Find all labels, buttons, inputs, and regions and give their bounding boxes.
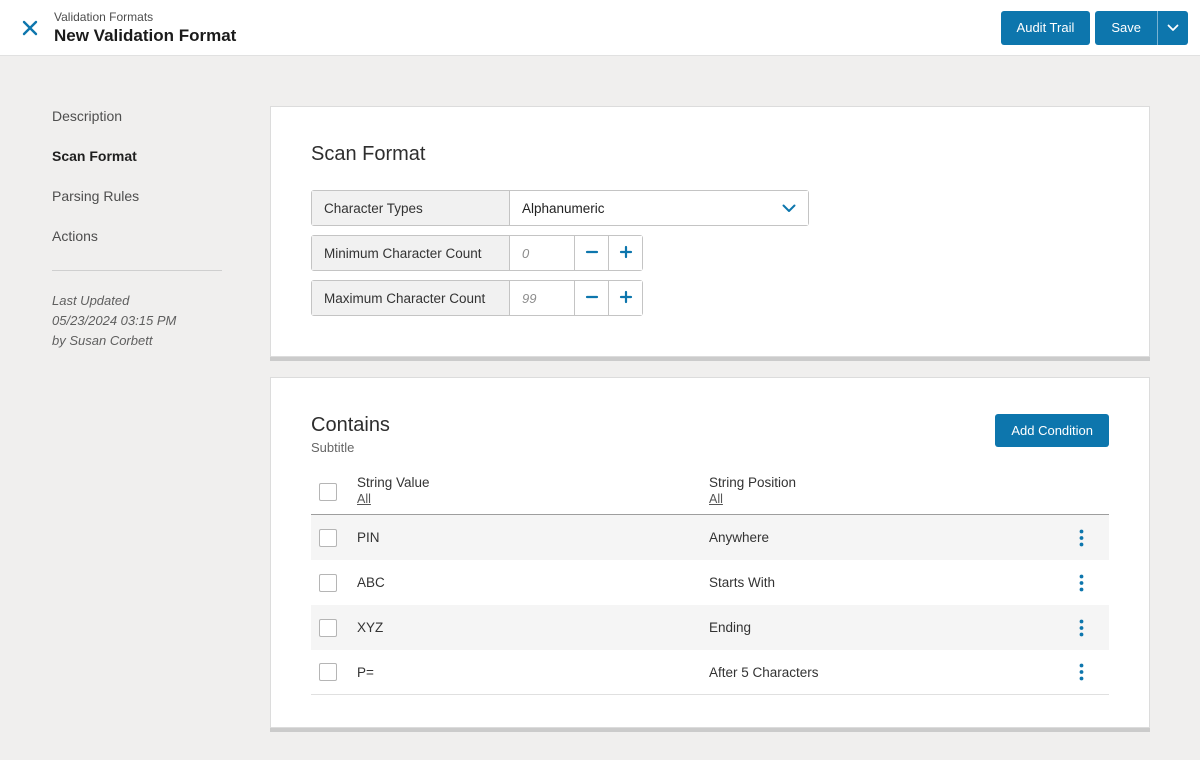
last-updated-meta: Last Updated 05/23/2024 03:15 PM by Susa… [52,291,270,351]
last-updated-label: Last Updated [52,291,270,311]
string-value-cell: P= [357,665,709,680]
min-character-count-control: Minimum Character Count [311,235,643,271]
app-root: Validation Formats New Validation Format… [0,0,1200,760]
table-header-row: String Value All String Position All [311,469,1109,515]
table-row: XYZ Ending [311,605,1109,650]
main: Scan Format Character Types Alphanumeric [270,56,1200,760]
max-character-count-label: Maximum Character Count [312,281,510,315]
header-actions: Audit Trail Save [1001,11,1188,45]
save-button[interactable]: Save [1095,11,1157,45]
character-types-value: Alphanumeric [522,201,605,216]
close-icon[interactable] [12,10,48,46]
string-position-column-header: String Position [709,475,1061,490]
chevron-down-icon [782,201,796,216]
sidebar-item-description[interactable]: Description [52,108,122,124]
add-condition-button[interactable]: Add Condition [995,414,1109,447]
minus-icon [585,245,599,262]
contains-header: Contains Subtitle Add Condition [311,414,1109,455]
string-value-filter-link[interactable]: All [357,492,371,506]
character-types-select[interactable]: Alphanumeric [510,191,808,225]
kebab-menu-icon[interactable] [1075,570,1088,596]
min-character-count-input[interactable] [510,236,574,270]
string-value-cell: ABC [357,575,709,590]
table-row: PIN Anywhere [311,515,1109,560]
sidebar-item-actions[interactable]: Actions [52,228,98,244]
sidebar-divider [52,270,222,271]
string-value-cell: PIN [357,530,709,545]
kebab-menu-icon[interactable] [1075,615,1088,641]
kebab-menu-icon[interactable] [1075,659,1088,685]
kebab-menu-icon[interactable] [1075,525,1088,551]
min-count-decrement-button[interactable] [574,236,608,270]
scan-format-title: Scan Format [311,143,1109,166]
contains-subtitle: Subtitle [311,440,390,455]
audit-trail-button[interactable]: Audit Trail [1001,11,1091,45]
max-character-count-input[interactable] [510,281,574,315]
scan-format-card: Scan Format Character Types Alphanumeric [270,106,1150,357]
character-types-control: Character Types Alphanumeric [311,190,809,226]
last-updated-author: by Susan Corbett [52,331,270,351]
string-position-cell: Starts With [709,575,1061,590]
contains-card: Contains Subtitle Add Condition String V… [270,377,1150,728]
string-position-filter-link[interactable]: All [709,492,723,506]
header: Validation Formats New Validation Format… [0,0,1200,56]
max-character-count-control: Maximum Character Count [311,280,643,316]
sidebar-item-parsing-rules[interactable]: Parsing Rules [52,188,139,204]
conditions-table: String Value All String Position All PIN [311,469,1109,695]
save-dropdown-button[interactable] [1157,11,1188,45]
string-value-cell: XYZ [357,620,709,635]
string-position-cell: Ending [709,620,1061,635]
string-value-column-header: String Value [357,475,709,490]
title-block: Validation Formats New Validation Format [54,10,236,46]
row-checkbox[interactable] [319,663,337,681]
page-title: New Validation Format [54,26,236,46]
min-count-increment-button[interactable] [608,236,642,270]
plus-icon [619,245,633,262]
contains-title: Contains [311,414,390,437]
string-position-cell: After 5 Characters [709,665,1061,680]
sidebar-item-scan-format[interactable]: Scan Format [52,148,137,164]
row-checkbox[interactable] [319,574,337,592]
row-checkbox[interactable] [319,529,337,547]
max-count-increment-button[interactable] [608,281,642,315]
character-types-label: Character Types [312,191,510,225]
table-row: ABC Starts With [311,560,1109,605]
minus-icon [585,290,599,307]
table-row: P= After 5 Characters [311,650,1109,695]
row-checkbox[interactable] [319,619,337,637]
min-character-count-label: Minimum Character Count [312,236,510,270]
plus-icon [619,290,633,307]
last-updated-timestamp: 05/23/2024 03:15 PM [52,311,270,331]
content: Description Scan Format Parsing Rules Ac… [0,56,1200,760]
save-split-button: Save [1095,11,1188,45]
chevron-down-icon [1167,20,1179,35]
max-count-decrement-button[interactable] [574,281,608,315]
string-position-cell: Anywhere [709,530,1061,545]
sidebar: Description Scan Format Parsing Rules Ac… [0,56,270,760]
breadcrumb: Validation Formats [54,10,236,24]
select-all-checkbox[interactable] [319,483,337,501]
